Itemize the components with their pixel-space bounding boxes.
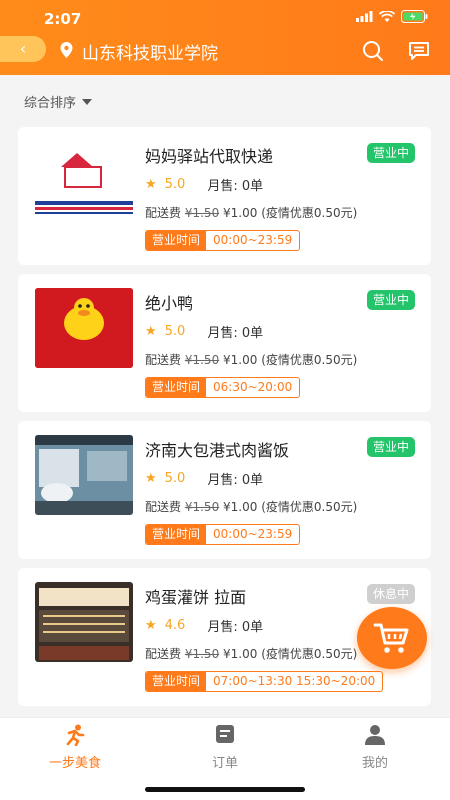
hours-label: 营业时间 (146, 231, 207, 250)
hours-value: 07:00~13:30 15:30~20:00 (213, 674, 376, 688)
store-rating: ★ 5.0 月售: 0单 (145, 322, 263, 341)
fee-current: ¥1.00 (疫情优惠0.50元) (223, 647, 358, 661)
fee-original: ¥1.50 (184, 353, 220, 367)
running-icon (66, 724, 85, 747)
status-icons (356, 10, 428, 23)
tab-orders[interactable]: 订单 (180, 724, 270, 771)
store-card[interactable]: 济南大包港式肉酱饭 营业中 ★ 5.0 月售: 0单 配送费 ¥1.50 ¥1.… (18, 421, 431, 559)
rating-score: 5.0 (164, 471, 186, 486)
nav-bar: ‹ 山东科技职业学院 (0, 36, 450, 66)
business-hours: 营业时间 07:00~13:30 15:30~20:00 (145, 671, 384, 692)
delivery-fee: 配送费 ¥1.50 ¥1.00 (疫情优惠0.50元) (145, 353, 358, 367)
home-indicator (145, 787, 305, 792)
tab-profile[interactable]: 我的 (330, 724, 420, 771)
star-icon: ★ (145, 324, 157, 339)
status-badge: 营业中 (366, 143, 415, 163)
business-hours: 营业时间 00:00~23:59 (145, 230, 301, 251)
store-card[interactable]: 绝小鸭 营业中 ★ 5.0 月售: 0单 配送费 ¥1.50 ¥1.00 (疫情… (18, 274, 431, 412)
sort-label: 综合排序 (24, 96, 77, 111)
message-icon[interactable] (408, 41, 430, 61)
status-badge: 休息中 (366, 584, 415, 604)
header: 2:07 ‹ 山东科技职业学院 (0, 0, 450, 75)
battery-icon (401, 10, 428, 23)
monthly-sales: 月售: 0单 (207, 326, 264, 341)
status-bar: 2:07 (0, 0, 450, 36)
hours-value: 00:00~23:59 (213, 233, 293, 247)
location-title[interactable]: 山东科技职业学院 (82, 39, 218, 64)
fee-original: ¥1.50 (184, 206, 220, 220)
rating-score: 5.0 (164, 177, 186, 192)
store-name: 济南大包港式肉酱饭 (145, 441, 290, 460)
store-card[interactable]: 妈妈驿站代取快递 营业中 ★ 5.0 月售: 0单 配送费 ¥1.50 ¥1.0… (18, 127, 431, 265)
order-icon (216, 725, 234, 743)
status-time: 2:07 (44, 10, 82, 28)
tab-food[interactable]: 一步美食 (30, 724, 120, 771)
tab-food-label: 一步美食 (48, 756, 101, 771)
user-icon (365, 725, 385, 745)
store-name: 绝小鸭 (145, 294, 194, 313)
back-button[interactable]: ‹ (0, 36, 46, 62)
store-name: 鸡蛋灌饼 拉面 (145, 588, 247, 607)
delivery-fee: 配送费 ¥1.50 ¥1.00 (疫情优惠0.50元) (145, 500, 358, 514)
store-name: 妈妈驿站代取快递 (145, 147, 274, 166)
chevron-left-icon: ‹ (19, 39, 27, 58)
rating-score: 5.0 (164, 324, 186, 339)
fee-original: ¥1.50 (184, 500, 220, 514)
fee-current: ¥1.00 (疫情优惠0.50元) (223, 500, 358, 514)
hours-value: 00:00~23:59 (213, 527, 293, 541)
tab-profile-label: 我的 (361, 756, 388, 771)
hours-value: 06:30~20:00 (213, 380, 293, 394)
sort-dropdown[interactable]: 综合排序 (24, 92, 93, 111)
location-icon (60, 42, 73, 58)
hours-label: 营业时间 (146, 378, 207, 397)
monthly-sales: 月售: 0单 (207, 620, 264, 635)
monthly-sales: 月售: 0单 (207, 179, 264, 194)
store-logo (35, 288, 133, 368)
fee-current: ¥1.00 (疫情优惠0.50元) (223, 353, 358, 367)
store-rating: ★ 5.0 月售: 0单 (145, 469, 263, 488)
star-icon: ★ (145, 177, 157, 192)
search-icon[interactable] (362, 40, 384, 62)
monthly-sales: 月售: 0单 (207, 473, 264, 488)
business-hours: 营业时间 00:00~23:59 (145, 524, 301, 545)
fee-current: ¥1.00 (疫情优惠0.50元) (223, 206, 358, 220)
business-hours: 营业时间 06:30~20:00 (145, 377, 301, 398)
status-badge: 营业中 (366, 437, 415, 457)
rating-score: 4.6 (164, 618, 186, 633)
hours-label: 营业时间 (146, 525, 207, 544)
store-rating: ★ 4.6 月售: 0单 (145, 616, 263, 635)
caret-down-icon (82, 98, 93, 105)
tab-orders-label: 订单 (211, 756, 238, 771)
store-logo (35, 141, 133, 221)
fee-original: ¥1.50 (184, 647, 220, 661)
delivery-fee: 配送费 ¥1.50 ¥1.00 (疫情优惠0.50元) (145, 206, 358, 220)
star-icon: ★ (145, 618, 157, 633)
store-photo (35, 582, 133, 662)
store-rating: ★ 5.0 月售: 0单 (145, 175, 263, 194)
wifi-icon (379, 10, 395, 22)
store-photo (35, 435, 133, 515)
star-icon: ★ (145, 471, 157, 486)
signal-icon (356, 11, 373, 22)
delivery-fee: 配送费 ¥1.50 ¥1.00 (疫情优惠0.50元) (145, 647, 358, 661)
hours-label: 营业时间 (146, 672, 207, 691)
status-badge: 营业中 (366, 290, 415, 310)
cart-icon (373, 623, 409, 653)
cart-button[interactable] (357, 607, 427, 669)
